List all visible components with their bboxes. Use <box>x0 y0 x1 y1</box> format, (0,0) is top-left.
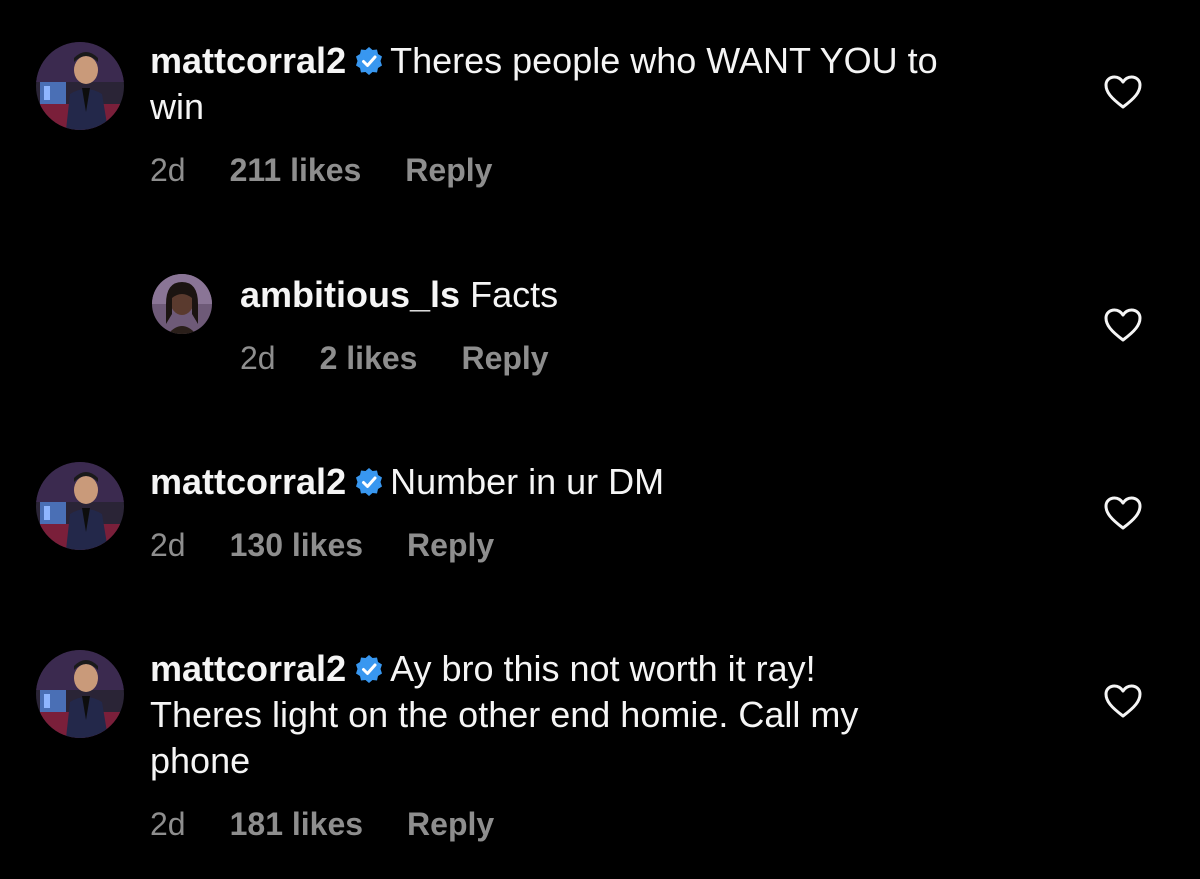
avatar[interactable] <box>36 42 124 130</box>
comment-text: mattcorral2 Number in ur DM <box>150 459 1070 505</box>
comment-likes[interactable]: 181 likes <box>230 804 363 844</box>
comment-meta: 2d 211 likes Reply <box>150 150 1070 190</box>
comment-likes[interactable]: 211 likes <box>230 150 362 190</box>
comment-meta: 2d 181 likes Reply <box>150 804 1070 844</box>
comment-body-continued: win <box>150 86 205 127</box>
reply-button[interactable]: Reply <box>407 525 494 565</box>
comment-username[interactable]: ambitious_ls <box>240 274 460 315</box>
comment-age: 2d <box>150 152 186 188</box>
verified-badge-icon <box>354 654 384 684</box>
avatar[interactable] <box>36 650 124 738</box>
comment-age: 2d <box>150 806 186 842</box>
reply-button[interactable]: Reply <box>461 338 548 378</box>
comment-body: Number in ur DM <box>390 461 665 502</box>
heart-outline-icon[interactable] <box>1103 74 1143 110</box>
comment-likes[interactable]: 2 likes <box>320 338 418 378</box>
comment-body-continued: Theres light on the other end homie. Cal… <box>150 694 859 735</box>
heart-outline-icon[interactable] <box>1103 683 1143 719</box>
comment-meta: 2d 130 likes Reply <box>150 525 1070 565</box>
comment-age: 2d <box>240 340 276 376</box>
comment-username[interactable]: mattcorral2 <box>150 461 346 502</box>
comment-likes[interactable]: 130 likes <box>230 525 363 565</box>
comment-body: Ay bro this not worth it ray! <box>390 648 816 689</box>
avatar[interactable] <box>152 274 212 334</box>
comment-age: 2d <box>150 527 186 563</box>
heart-outline-icon[interactable] <box>1103 307 1143 343</box>
reply-button[interactable]: Reply <box>407 804 494 844</box>
heart-outline-icon[interactable] <box>1103 495 1143 531</box>
comment-meta: 2d 2 likes Reply <box>240 338 1060 378</box>
verified-badge-icon <box>354 46 384 76</box>
verified-badge-icon <box>354 467 384 497</box>
comment-username[interactable]: mattcorral2 <box>150 648 346 689</box>
comment-body: Facts <box>470 274 559 315</box>
comment-body: Theres people who WANT YOU to <box>390 40 938 81</box>
comment-text: ambitious_ls Facts <box>240 272 1060 318</box>
comment-username[interactable]: mattcorral2 <box>150 40 346 81</box>
comment-body-continued: phone <box>150 740 251 781</box>
avatar[interactable] <box>36 462 124 550</box>
reply-button[interactable]: Reply <box>405 150 492 190</box>
comment-text: mattcorral2 Theres people who WANT YOU to <box>150 38 1070 84</box>
comment-text: mattcorral2 Ay bro this not worth it ray! <box>150 646 1070 692</box>
